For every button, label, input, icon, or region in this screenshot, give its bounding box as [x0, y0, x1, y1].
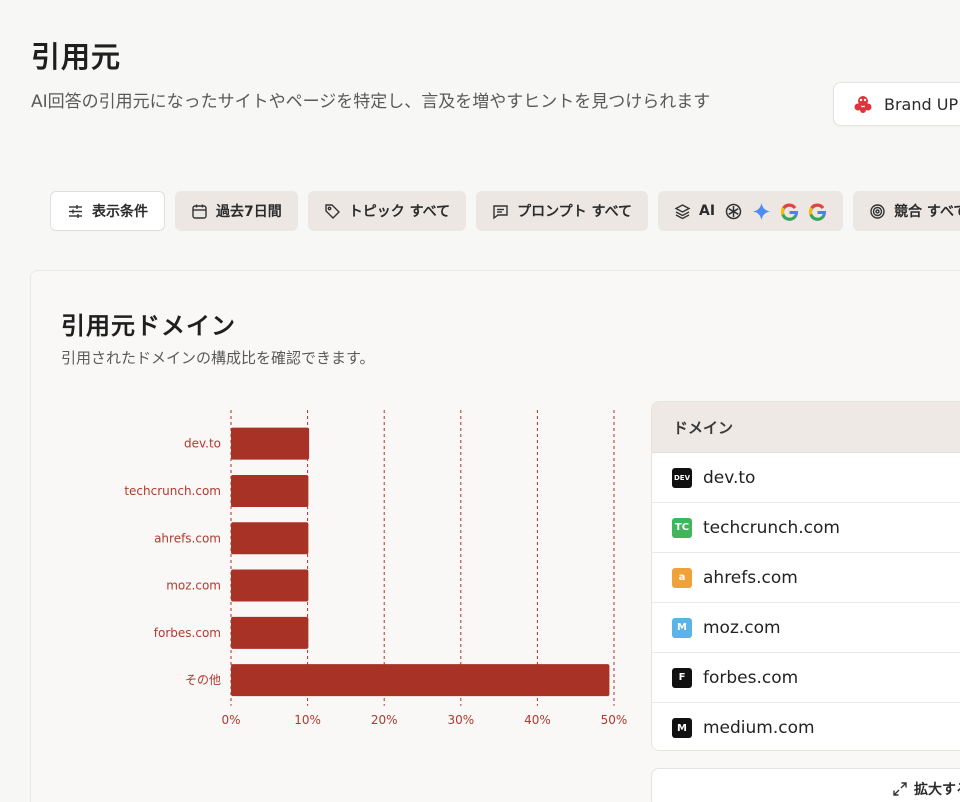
table-row[interactable]: Mmedium.com — [652, 703, 960, 750]
filter-bar: 表示条件 過去7日間 トピック すべて プロンプト すべて AI 競合 すべて — [50, 191, 960, 231]
x-tick-label: 20% — [371, 713, 398, 727]
layers-icon — [674, 203, 691, 220]
competitor-filter[interactable]: 競合 すべて — [853, 191, 960, 231]
expand-label: 拡大する — [914, 782, 960, 798]
tag-icon — [324, 203, 341, 220]
x-tick-label: 50% — [601, 713, 628, 727]
display-conditions-button[interactable]: 表示条件 — [50, 191, 165, 231]
site-favicon-icon: TC — [672, 517, 692, 538]
category-label: dev.to — [184, 437, 221, 451]
domain-name: moz.com — [703, 617, 781, 638]
google-icon — [780, 202, 799, 221]
brand-selector-button[interactable]: Brand UP — [833, 82, 960, 126]
site-favicon-icon: M — [672, 617, 692, 638]
domain-bar-chart: 0% 10% 20% 30% 40% 50% dev.to techcrunch.com ahr… — [124, 410, 628, 727]
gemini-icon — [752, 202, 771, 221]
google-ai-icon — [808, 202, 827, 221]
table-row[interactable]: DEV dev.to — [652, 453, 960, 503]
category-label: forbes.com — [154, 626, 221, 640]
card-title: 引用元ドメイン — [61, 312, 236, 340]
domain-name: techcrunch.com — [703, 517, 840, 538]
brand-logo-icon — [852, 93, 874, 115]
bar[interactable] — [231, 522, 309, 555]
topic-label: トピック すべて — [348, 204, 451, 220]
page-title: 引用元 — [31, 40, 122, 74]
category-label: moz.com — [166, 579, 221, 593]
x-tick-label: 40% — [524, 713, 551, 727]
period-label: 過去7日間 — [216, 204, 282, 220]
topic-filter[interactable]: トピック すべて — [307, 191, 467, 231]
site-favicon-icon: M — [672, 718, 692, 738]
domain-column-header: ドメイン — [652, 402, 960, 453]
expand-icon — [892, 781, 908, 797]
category-label: その他 — [185, 673, 221, 687]
bar[interactable] — [231, 569, 309, 602]
expand-button[interactable]: 拡大する — [892, 779, 960, 799]
competitor-label: 競合 すべて — [894, 204, 960, 220]
table-row[interactable]: Fforbes.com — [652, 653, 960, 703]
bar[interactable] — [231, 474, 309, 507]
prompt-filter[interactable]: プロンプト すべて — [476, 191, 649, 231]
period-filter[interactable]: 過去7日間 — [175, 191, 298, 231]
x-tick-label: 10% — [294, 713, 321, 727]
display-conditions-label: 表示条件 — [92, 204, 148, 220]
table-row[interactable]: Mmoz.com — [652, 603, 960, 653]
category-label: techcrunch.com — [124, 484, 221, 498]
site-favicon-icon: a — [672, 567, 692, 588]
site-favicon-icon: F — [672, 667, 692, 688]
table-row[interactable]: TC techcrunch.com — [652, 503, 960, 553]
domain-name: ahrefs.com — [703, 567, 798, 588]
card-description: 引用されたドメインの構成比を確認できます。 — [61, 349, 375, 367]
bar[interactable] — [231, 427, 310, 460]
x-tick-label: 0% — [221, 713, 240, 727]
ai-label: AI — [699, 203, 716, 219]
page-description: AI回答の引用元になったサイトやページを特定し、言及を増やすヒントを見つけられま… — [31, 92, 711, 112]
bar[interactable] — [231, 664, 610, 697]
calendar-icon — [191, 203, 208, 220]
expand-panel: 拡大する — [651, 768, 960, 802]
domain-table: ドメイン DEV dev.to TC techcrunch.com a ahrefs.co… — [651, 401, 960, 751]
target-icon — [869, 203, 886, 220]
site-favicon-icon: DEV — [672, 467, 692, 488]
openai-icon — [724, 202, 743, 221]
domain-name: forbes.com — [703, 667, 799, 688]
message-icon — [492, 203, 509, 220]
ai-filter[interactable]: AI — [658, 191, 844, 231]
brand-label: Brand UP — [884, 94, 959, 114]
bar[interactable] — [231, 616, 309, 649]
prompt-label: プロンプト すべて — [517, 204, 633, 220]
table-row[interactable]: a ahrefs.com — [652, 553, 960, 603]
x-tick-label: 30% — [447, 713, 474, 727]
category-label: ahrefs.com — [154, 531, 221, 545]
domain-name: medium.com — [703, 718, 815, 738]
sliders-icon — [67, 203, 84, 220]
domain-name: dev.to — [703, 467, 756, 488]
